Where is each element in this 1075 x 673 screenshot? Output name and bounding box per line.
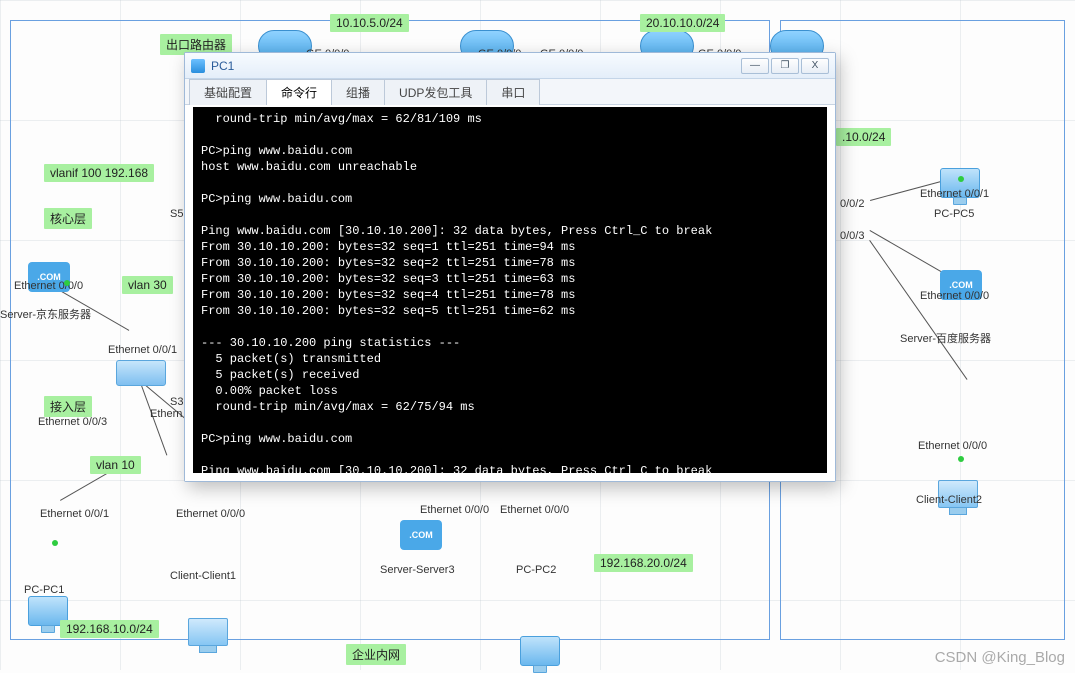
link-endpoint bbox=[64, 280, 70, 286]
restore-button[interactable]: ❐ bbox=[771, 58, 799, 74]
tab-bar: 基础配置 命令行 组播 UDP发包工具 串口 bbox=[185, 79, 835, 105]
device-label: S5 bbox=[170, 208, 183, 220]
subnet-tag: 192.168.10.0/24 bbox=[60, 620, 159, 638]
enterprise-tag: 企业内网 bbox=[346, 644, 406, 665]
vlan-tag: vlan 10 bbox=[90, 456, 141, 474]
port-label: Ethernet 0/0/0 bbox=[14, 280, 83, 292]
tab-multicast[interactable]: 组播 bbox=[331, 79, 385, 105]
port-label: Ethernet 0/0/0 bbox=[176, 508, 245, 520]
subnet-tag: 10.10.5.0/24 bbox=[330, 14, 409, 32]
link-endpoint bbox=[958, 456, 964, 462]
minimize-button[interactable]: — bbox=[741, 58, 769, 74]
device-label: S3 bbox=[170, 396, 183, 408]
device-label: PC-PC2 bbox=[516, 564, 556, 576]
device-label: PC-PC5 bbox=[934, 208, 974, 220]
titlebar[interactable]: PC1 — ❐ X bbox=[185, 53, 835, 79]
port-label: Ethernet 0/0/0 bbox=[500, 504, 569, 516]
port-label: Ethernet 0/0/0 bbox=[920, 290, 989, 302]
port-label: 0/0/3 bbox=[840, 230, 864, 242]
switch-icon[interactable] bbox=[116, 360, 166, 386]
access-layer-tag: 接入层 bbox=[44, 396, 92, 417]
pc1-window[interactable]: PC1 — ❐ X 基础配置 命令行 组播 UDP发包工具 串口 round-t… bbox=[184, 52, 836, 482]
port-label: Ethernet 0/0/0 bbox=[420, 504, 489, 516]
subnet-tag: 20.10.10.0/24 bbox=[640, 14, 725, 32]
watermark: CSDN @King_Blog bbox=[935, 649, 1065, 666]
subnet-tag: 192.168.20.0/24 bbox=[594, 554, 693, 572]
terminal-output[interactable]: round-trip min/avg/max = 62/81/109 ms PC… bbox=[185, 105, 835, 481]
vlanif-tag: vlanif 100 192.168 bbox=[44, 164, 154, 182]
close-button[interactable]: X bbox=[801, 58, 829, 74]
subnet-tag: .10.0/24 bbox=[836, 128, 891, 146]
tab-serial[interactable]: 串口 bbox=[486, 79, 540, 105]
device-label: Server-百度服务器 bbox=[900, 330, 991, 346]
device-label: Server-Server3 bbox=[380, 564, 455, 576]
app-icon bbox=[191, 59, 205, 73]
port-label: 0/0/2 bbox=[840, 198, 864, 210]
device-label: PC-PC1 bbox=[24, 584, 64, 596]
device-label: Client-Client1 bbox=[170, 570, 236, 582]
link-endpoint bbox=[958, 176, 964, 182]
link-endpoint bbox=[52, 540, 58, 546]
vlan-tag: vlan 30 bbox=[122, 276, 173, 294]
server-icon[interactable]: .COM bbox=[400, 520, 442, 550]
tab-cli[interactable]: 命令行 bbox=[266, 79, 332, 105]
port-label: Ethern bbox=[150, 408, 182, 420]
core-layer-tag: 核心层 bbox=[44, 208, 92, 229]
port-label: Ethernet 0/0/3 bbox=[38, 416, 107, 428]
port-label: Ethernet 0/0/1 bbox=[920, 188, 989, 200]
device-label: Client-Client2 bbox=[916, 494, 982, 506]
window-title: PC1 bbox=[211, 59, 234, 73]
port-label: Ethernet 0/0/1 bbox=[108, 344, 177, 356]
device-label: Server-京东服务器 bbox=[0, 306, 91, 322]
tab-udp-tool[interactable]: UDP发包工具 bbox=[384, 79, 487, 105]
tab-basic-config[interactable]: 基础配置 bbox=[189, 79, 267, 105]
port-label: Ethernet 0/0/1 bbox=[40, 508, 109, 520]
client-icon[interactable] bbox=[188, 618, 228, 646]
pc-icon[interactable] bbox=[520, 636, 560, 666]
port-label: Ethernet 0/0/0 bbox=[918, 440, 987, 452]
